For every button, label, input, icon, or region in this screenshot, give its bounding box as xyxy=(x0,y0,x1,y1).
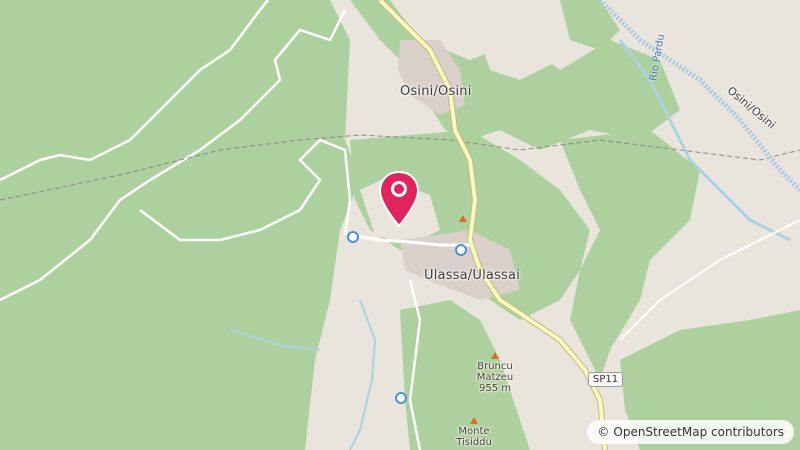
attribution-link[interactable]: OpenStreetMap contributors xyxy=(613,425,784,439)
map-view[interactable]: Osini/Osini Ulassa/Ulassai Osini/Osini R… xyxy=(0,0,800,450)
clearing-south xyxy=(330,300,390,420)
peak-label-bruncu: Bruncu Matzeu 955 m xyxy=(466,361,524,394)
place-label-osini: Osini/Osini xyxy=(400,84,472,99)
peak-elevation: 955 m xyxy=(478,383,511,394)
peak-triangle-icon xyxy=(470,417,478,424)
bus-stop-icon xyxy=(395,392,407,404)
forest-area-west xyxy=(0,0,360,450)
peak-triangle-icon xyxy=(459,215,467,222)
bus-stop-icon xyxy=(347,231,359,243)
copyright-icon: © xyxy=(597,425,610,439)
bus-stop-icon xyxy=(455,244,467,256)
peak-name: Bruncu Matzeu xyxy=(476,361,514,383)
road-shield-sp11: SP11 xyxy=(588,372,624,387)
map-attribution: © OpenStreetMap contributors xyxy=(587,420,794,444)
place-label-ulassai: Ulassa/Ulassai xyxy=(424,268,521,283)
peak-label-monte-tisiddu: Monte Tisiddu xyxy=(456,426,492,448)
peak-triangle-icon xyxy=(491,352,499,359)
map-pin-icon[interactable] xyxy=(378,170,420,228)
